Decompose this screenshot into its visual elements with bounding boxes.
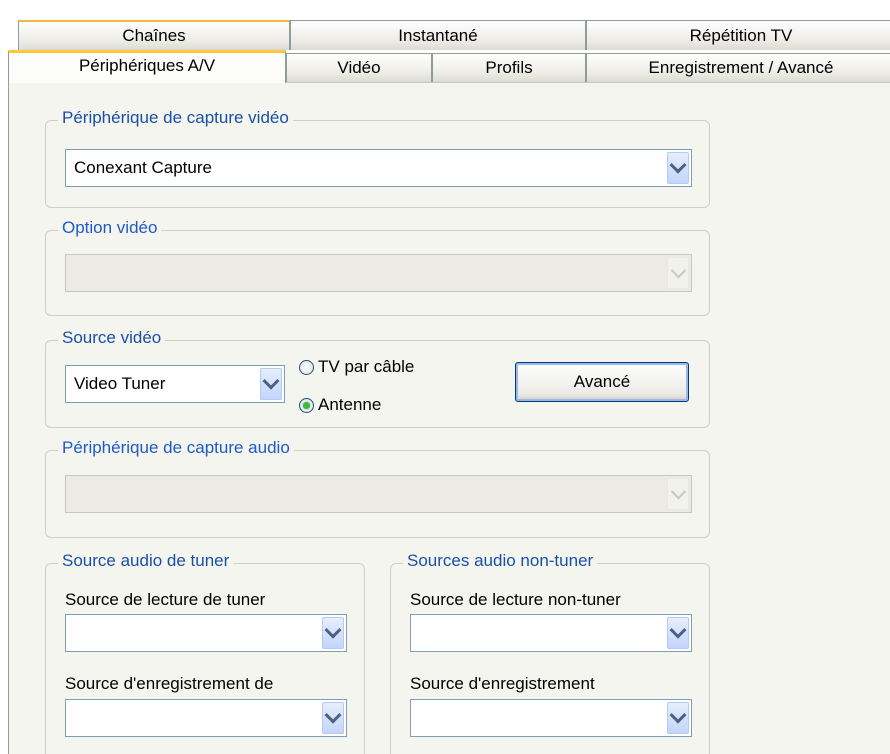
tab-peripheriques-av[interactable]: Périphériques A/V bbox=[8, 50, 286, 83]
tab-video[interactable]: Vidéo bbox=[286, 53, 432, 82]
video-source-value: Video Tuner bbox=[74, 374, 166, 393]
group-title: Source vidéo bbox=[58, 328, 166, 348]
nontuner-playback-select[interactable] bbox=[410, 614, 692, 652]
chevron-down-icon[interactable] bbox=[667, 702, 689, 734]
advanced-button[interactable]: Avancé bbox=[515, 362, 689, 402]
tab-repetition-tv[interactable]: Répétition TV bbox=[586, 20, 890, 50]
settings-dialog: Chaînes Instantané Répétition TV Périphé… bbox=[0, 0, 890, 754]
tab-label: Périphériques A/V bbox=[78, 56, 216, 75]
nontuner-recording-label: Source d'enregistrement bbox=[410, 674, 595, 693]
radio-label: TV par câble bbox=[318, 357, 415, 376]
tuner-playback-select[interactable] bbox=[65, 614, 347, 652]
video-capture-select[interactable]: Conexant Capture bbox=[65, 149, 692, 187]
video-option-select bbox=[65, 254, 692, 292]
chevron-down-icon[interactable] bbox=[260, 368, 282, 400]
nontuner-playback-label: Source de lecture non-tuner bbox=[410, 590, 621, 609]
tab-label: Répétition TV bbox=[689, 25, 793, 45]
group-title: Périphérique de capture audio bbox=[58, 438, 294, 458]
nontuner-recording-select[interactable] bbox=[410, 699, 692, 737]
advanced-button-label: Avancé bbox=[573, 372, 631, 391]
tuner-recording-label: Source d'enregistrement de bbox=[65, 674, 274, 693]
radio-label: Antenne bbox=[318, 395, 382, 414]
tab-enregistrement-avance[interactable]: Enregistrement / Avancé bbox=[586, 53, 890, 82]
tab-instantane[interactable]: Instantané bbox=[290, 20, 586, 50]
radio-tv-cable[interactable]: TV par câble bbox=[299, 357, 414, 377]
video-capture-value: Conexant Capture bbox=[74, 158, 212, 177]
tab-label: Instantané bbox=[398, 25, 478, 45]
radio-checked-icon[interactable] bbox=[299, 397, 314, 413]
radio-antenne[interactable]: Antenne bbox=[299, 395, 381, 415]
tab-label: Vidéo bbox=[337, 58, 381, 77]
group-title: Périphérique de capture vidéo bbox=[58, 108, 293, 128]
tuner-recording-select[interactable] bbox=[65, 699, 347, 737]
radio-circle-icon[interactable] bbox=[299, 359, 314, 375]
tab-label: Profils bbox=[485, 58, 533, 77]
tab-profils[interactable]: Profils bbox=[432, 53, 586, 82]
chevron-down-icon[interactable] bbox=[322, 617, 344, 649]
group-title: Option vidéo bbox=[58, 218, 162, 238]
group-title: Source audio de tuner bbox=[58, 551, 234, 571]
audio-capture-select bbox=[65, 475, 692, 513]
group-title: Sources audio non-tuner bbox=[403, 551, 598, 571]
chevron-down-icon[interactable] bbox=[667, 152, 689, 184]
video-source-select[interactable]: Video Tuner bbox=[65, 365, 285, 403]
tab-chaines[interactable]: Chaînes bbox=[18, 20, 290, 50]
tab-label: Chaînes bbox=[122, 26, 186, 45]
chevron-down-icon[interactable] bbox=[667, 617, 689, 649]
chevron-down-icon bbox=[667, 257, 689, 289]
chevron-down-icon bbox=[667, 478, 689, 510]
tuner-playback-label: Source de lecture de tuner bbox=[65, 590, 266, 609]
chevron-down-icon[interactable] bbox=[322, 702, 344, 734]
tab-label: Enregistrement / Avancé bbox=[648, 58, 834, 77]
